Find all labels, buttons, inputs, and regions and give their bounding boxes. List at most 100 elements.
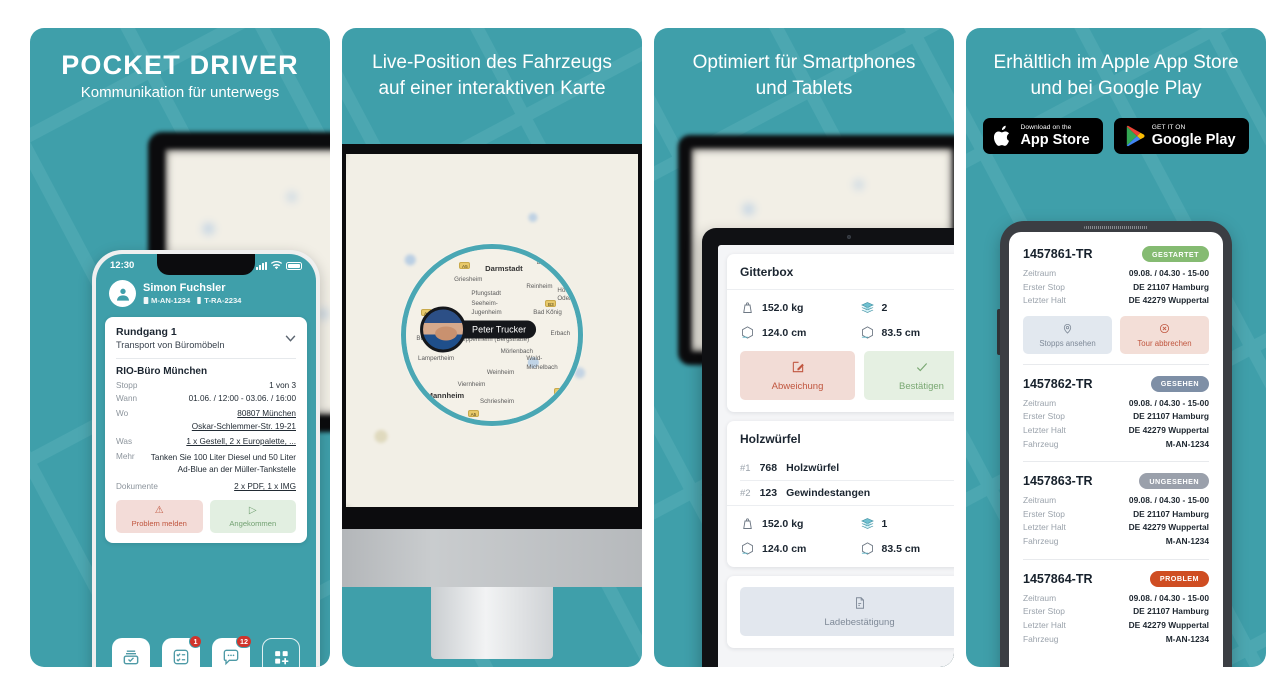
tour-id: 1457861-TR — [1023, 247, 1093, 261]
google-play-badge[interactable]: GET IT ON Google Play — [1113, 118, 1249, 155]
cargo-card-gitterbox[interactable]: Gitterbox 152.0 kg 2 124.0 cm 83.5 cm Ab… — [727, 254, 954, 412]
tour-name: Rundgang 1 — [116, 326, 177, 338]
detail-row: Was 1 x Gestell, 2 x Europalette, ... — [116, 437, 296, 446]
spec-width: 83.5 cm — [860, 325, 955, 340]
loading-confirmation-button[interactable]: Ladebestätigung — [740, 587, 954, 636]
map-label: Höchst i. — [557, 286, 582, 294]
detail-value: 01.06. / 12:00 - 03.06. / 16:00 — [188, 394, 296, 403]
document-icon — [744, 596, 954, 613]
panel2-header: Live-Position des Fahrzeugs auf einer in… — [342, 28, 642, 101]
tab-touren[interactable]: Touren — [109, 638, 153, 667]
row-key: Zeitraum — [1023, 397, 1057, 408]
panel-pocket-driver: POCKET DRIVER Kommunikation für unterweg… — [30, 28, 330, 667]
spec-weight: 152.0 kg — [740, 300, 860, 315]
detail-row: Wo 80807 München — [116, 409, 296, 418]
row-value: M-AN-1234 — [1165, 536, 1209, 547]
cancel-tour-button[interactable]: Tour abbrechen — [1120, 315, 1209, 354]
view-stops-label: Stopps ansehen — [1039, 338, 1096, 348]
confirm-button[interactable]: Bestätigen — [864, 351, 954, 400]
divider — [116, 358, 296, 359]
row-value: DE 42279 Wuppertal — [1128, 619, 1209, 630]
tab-chat[interactable]: 12 Chat — [209, 635, 253, 667]
speaker-grille — [1084, 226, 1148, 229]
tasks-icon — [173, 649, 189, 665]
monitor-neck — [342, 529, 642, 587]
spec-layers: 1 — [860, 516, 955, 531]
tour-list-item[interactable]: 1457861-TR GESTARTET Zeitraum 09.08. / 04… — [1023, 246, 1209, 364]
detail-value-link[interactable]: 1 x Gestell, 2 x Europalette, ... — [186, 437, 296, 446]
panel3-header: Optimiert für Smartphones und Tablets — [654, 28, 954, 101]
width-icon — [861, 542, 873, 555]
play-icon: ▷ — [248, 504, 257, 516]
tour-list-item[interactable]: 1457864-TR PROBLEM Zeitraum 09.08. / 04.3… — [1023, 558, 1209, 656]
chevron-down-icon[interactable] — [285, 329, 296, 342]
tour-id: 1457864-TR — [1023, 571, 1093, 586]
tab-aufgaben[interactable]: 1 Aufgaben — [159, 635, 203, 667]
status-badge: PROBLEM — [1149, 570, 1209, 587]
detail-key: Wann — [116, 394, 138, 403]
apple-icon — [994, 125, 1010, 146]
tour-card[interactable]: Rundgang 1 Transport von Büromöbeln RIO-… — [105, 317, 307, 543]
map-label: Erbach — [550, 329, 571, 337]
status-badge: GESEHEN — [1150, 375, 1209, 392]
cargo-title: Holzwürfel — [740, 432, 801, 446]
cargo-card-holzwuerfel[interactable]: Holzwürfel #1 768 Holzwürfel #2 123 Gewi… — [727, 421, 954, 567]
row-key: Fahrzeug — [1023, 438, 1059, 449]
arrived-button[interactable]: ▷ Angekommen — [209, 499, 296, 533]
check-icon — [868, 360, 954, 377]
detail-value-link[interactable]: Oskar-Schlemmer-Str. 19-21 — [192, 422, 296, 431]
row-value: 09.08. / 04.30 - 15-00 — [1128, 268, 1209, 278]
more-grid-icon — [275, 651, 289, 665]
row-key: Fahrzeug — [1023, 536, 1059, 547]
weight-icon — [743, 302, 752, 313]
width-icon — [861, 326, 873, 339]
app-store-badge[interactable]: Download on the App Store — [983, 118, 1103, 155]
detail-key: Stopp — [116, 381, 138, 390]
layers-icon — [860, 518, 874, 529]
phone-notch — [157, 254, 255, 275]
detail-value-link[interactable]: 80807 München — [237, 409, 296, 418]
confirm-label: Bestätigen — [899, 381, 944, 392]
panel2-headline: Live-Position des Fahrzeugs — [372, 52, 612, 73]
map-label: Dieburg — [536, 259, 559, 267]
detail-row: Stopp 1 von 3 — [116, 381, 296, 390]
map-label: Schriesheim — [479, 398, 514, 406]
cargo-card-confirmation[interactable]: Ladebestätigung — [727, 576, 954, 648]
trailer-icon — [197, 297, 201, 305]
map-label: Viernheim — [457, 381, 486, 389]
panel4-subline: und bei Google Play — [1030, 77, 1202, 99]
detail-value-link[interactable]: 2 x PDF, 1 x IMG — [234, 482, 296, 491]
panel2-subline: auf einer interaktiven Karte — [378, 77, 606, 99]
panel1-header: POCKET DRIVER Kommunikation für unterweg… — [30, 28, 330, 103]
view-stops-button[interactable]: Stopps ansehen — [1023, 315, 1112, 354]
detail-value: 1 von 3 — [269, 381, 296, 390]
detail-key: Wo — [116, 409, 129, 418]
row-value: DE 21107 Hamburg — [1133, 606, 1209, 617]
loading-confirmation-label: Ladebestätigung — [824, 617, 895, 628]
length-icon — [742, 542, 753, 555]
cargo-title: Gitterbox — [740, 265, 794, 279]
live-position-focus-circle[interactable]: Darmstadt Dieburg Griesheim Pfungstadt S… — [401, 243, 583, 426]
signal-icon — [256, 261, 267, 270]
detail-value: Tanken Sie 100 Liter Diesel und 50 Liter… — [150, 453, 296, 474]
report-problem-button[interactable]: ⚠ Problem melden — [116, 499, 203, 533]
panel1-headline: POCKET DRIVER — [61, 50, 299, 80]
tablet-device-loading-list: Gitterbox 152.0 kg 2 124.0 cm 83.5 cm Ab… — [702, 228, 954, 667]
app-store-big: App Store — [1020, 131, 1090, 148]
row-value: M-AN-1234 — [1165, 633, 1209, 644]
item-name: Gewindestangen — [786, 487, 871, 499]
phone-device-tour-list: 1457861-TR GESTARTET Zeitraum 09.08. / 04… — [997, 221, 1232, 667]
tour-list-item[interactable]: 1457862-TR GESEHEN Zeitraum 09.08. / 04.3… — [1023, 363, 1209, 461]
map-label: Griesheim — [454, 276, 483, 284]
row-key: Zeitraum — [1023, 592, 1057, 603]
road-shield: A5 — [459, 262, 471, 270]
tour-list-item[interactable]: 1457863-TR UNGESEHEN Zeitraum 09.08. / 04… — [1023, 461, 1209, 558]
cargo-item-row: #2 123 Gewindestangen — [727, 481, 954, 505]
deviation-button[interactable]: Abweichung — [740, 351, 855, 400]
driver-map-pin[interactable]: Peter Trucker — [420, 306, 537, 353]
weight-icon — [743, 518, 752, 529]
app-store-small: Download on the — [1020, 124, 1072, 132]
status-badge: GESTARTET — [1141, 246, 1209, 262]
tab-mehr[interactable]: Mehr — [259, 638, 303, 667]
side-button[interactable] — [997, 309, 1000, 355]
